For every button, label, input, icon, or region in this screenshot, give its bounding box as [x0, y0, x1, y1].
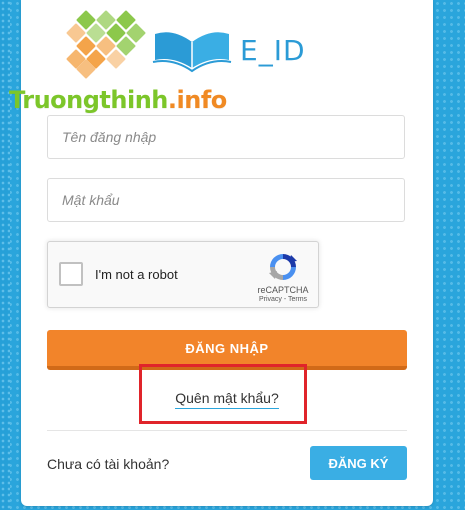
left-edge-strip	[0, 0, 10, 510]
password-input[interactable]	[47, 178, 405, 222]
recaptcha-checkbox[interactable]	[59, 262, 83, 286]
no-account-text: Chưa có tài khoản?	[47, 456, 170, 472]
forgot-password-label[interactable]: Quên mật khẩu?	[175, 390, 279, 409]
watermark-text: Truongthinh.info	[9, 86, 227, 114]
watermark-suffix: info	[176, 86, 228, 114]
watermark-dot: .	[167, 86, 177, 114]
recaptcha-brand: reCAPTCHA	[257, 285, 309, 295]
logo-text: E_ID	[240, 34, 306, 67]
recaptcha-label: I'm not a robot	[95, 267, 178, 282]
register-button[interactable]: ĐĂNG KÝ	[310, 446, 407, 480]
login-card: E_ID Truongthinh.info I'm not a robot re…	[9, 0, 433, 506]
open-book-icon	[152, 32, 232, 73]
username-input[interactable]	[47, 115, 405, 159]
forgot-password-link[interactable]: Quên mật khẩu?	[47, 390, 407, 409]
divider	[47, 430, 407, 431]
recaptcha-links[interactable]: Privacy - Terms	[251, 296, 315, 303]
recaptcha-logo-icon	[269, 254, 297, 280]
watermark-main: Truongthinh	[9, 86, 168, 114]
recaptcha-widget: I'm not a robot reCAPTCHA Privacy - Term…	[47, 241, 319, 308]
